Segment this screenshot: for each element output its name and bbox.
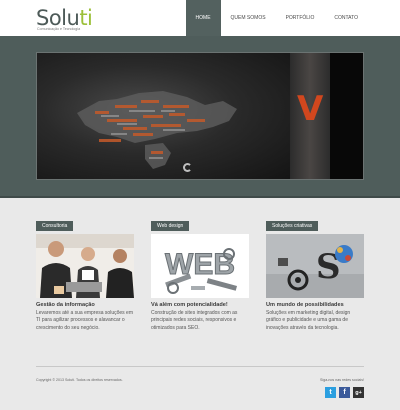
nav-item-home[interactable]: Home [185, 0, 221, 36]
feature-web-design: Web design WEB Vá além com potencialidad… [151, 214, 249, 332]
feature-title: Gestão da informação [36, 302, 95, 308]
world-map-graphic [77, 91, 237, 169]
nav-item-quem-somos[interactable]: Quem somos [221, 0, 276, 36]
logo-tagline: Comunicação e Tecnologia [37, 27, 81, 31]
site-header: Soluti Comunicação e Tecnologia Home Que… [0, 0, 400, 36]
feature-text: Levaremos até a sua empresa soluções em … [36, 310, 133, 331]
feature-text: Soluções em marketing digital, design gr… [266, 310, 351, 331]
nav-item-portfolio[interactable]: Portfólio [276, 0, 325, 36]
site-footer: Copyright © 2013 Soluti. Todos os direit… [0, 366, 400, 410]
social-label: Siga-nos nas redes sociais! [320, 378, 364, 382]
hero-slide[interactable]: V [36, 52, 364, 180]
feature-tag[interactable]: Soluções criativas [266, 221, 319, 231]
slide-v-letter: V [297, 89, 324, 129]
footer-divider [36, 366, 364, 367]
consultoria-photo [36, 234, 134, 298]
feature-title: Um mundo de possibilidades [266, 302, 344, 308]
features-section: Consultoria Gestão da informação Levarem… [36, 214, 364, 334]
solucoes-image: S [266, 234, 364, 298]
main-nav: Home Quem somos Portfólio Contato [185, 0, 368, 36]
web-design-image: WEB [151, 234, 249, 298]
feature-tag[interactable]: Web design [151, 221, 190, 231]
google-plus-icon[interactable]: g+ [353, 387, 364, 398]
logo-text-accent: ti [79, 6, 93, 30]
feature-title: Vá além com potencialidade! [151, 302, 228, 308]
copyright-text: Copyright © 2013 Soluti. Todos os direit… [36, 378, 123, 382]
hero-banner: V [0, 36, 400, 198]
slide-image-tech-map [37, 53, 290, 179]
feature-tag[interactable]: Consultoria [36, 221, 74, 231]
nav-item-contato[interactable]: Contato [324, 0, 368, 36]
slide-loading-icon [183, 163, 192, 172]
feature-consultoria: Consultoria Gestão da informação Levarem… [36, 214, 134, 332]
social-links: t f g+ [325, 387, 364, 398]
slide-image-dark [330, 53, 363, 179]
facebook-icon[interactable]: f [339, 387, 350, 398]
feature-text: Construção de sites integrados com as pr… [151, 310, 238, 331]
feature-solucoes: Soluções criativas S Um mundo de possibi… [266, 214, 364, 332]
slide-image-strip: V [290, 53, 330, 179]
twitter-icon[interactable]: t [325, 387, 336, 398]
